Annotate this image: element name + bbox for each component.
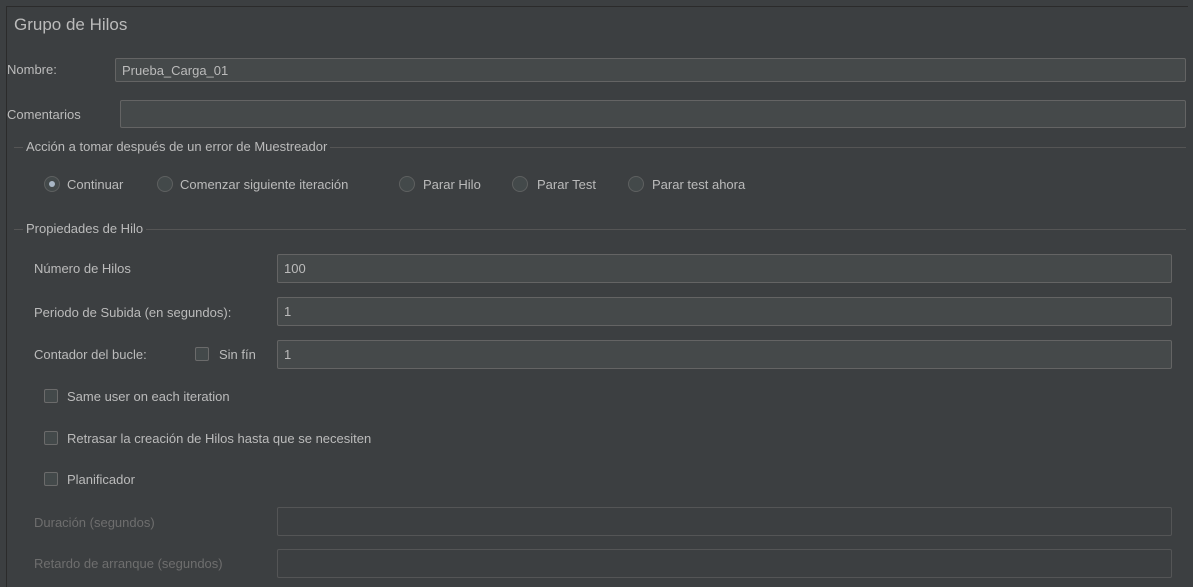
thread-props-group-title: Propiedades de Hilo: [23, 221, 147, 236]
delay-creation-checkbox[interactable]: [44, 431, 58, 445]
comments-field[interactable]: [120, 100, 1186, 128]
continue-radio[interactable]: [44, 176, 60, 192]
name-field[interactable]: [115, 58, 1186, 82]
startup-delay-field[interactable]: [277, 549, 1172, 578]
panel-title: Grupo de Hilos: [14, 15, 128, 34]
duration-label: Duración (segundos): [34, 515, 155, 530]
continue-radio-label[interactable]: Continuar: [67, 177, 123, 192]
stop-test-radio-label[interactable]: Parar Test: [537, 177, 596, 192]
error-action-group-title: Acción a tomar después de un error de Mu…: [23, 139, 331, 154]
duration-field[interactable]: [277, 507, 1172, 536]
scheduler-checkbox[interactable]: [44, 472, 58, 486]
comments-label: Comentarios: [7, 107, 81, 122]
num-threads-field[interactable]: [277, 254, 1172, 283]
num-threads-label: Número de Hilos: [34, 261, 131, 276]
same-user-label[interactable]: Same user on each iteration: [67, 389, 230, 404]
stop-test-now-radio-label[interactable]: Parar test ahora: [652, 177, 745, 192]
next-iteration-radio[interactable]: [157, 176, 173, 192]
stop-test-now-radio[interactable]: [628, 176, 644, 192]
stop-test-radio[interactable]: [512, 176, 528, 192]
loop-count-field[interactable]: [277, 340, 1172, 369]
stop-thread-radio-label[interactable]: Parar Hilo: [423, 177, 481, 192]
loop-forever-checkbox[interactable]: [195, 347, 209, 361]
thread-props-group-border: [14, 229, 1186, 230]
scheduler-label[interactable]: Planificador: [67, 472, 135, 487]
same-user-checkbox[interactable]: [44, 389, 58, 403]
delay-creation-label[interactable]: Retrasar la creación de Hilos hasta que …: [67, 431, 371, 446]
name-label: Nombre:: [7, 62, 57, 77]
ramp-up-field[interactable]: [277, 297, 1172, 326]
stop-thread-radio[interactable]: [399, 176, 415, 192]
next-iteration-radio-label[interactable]: Comenzar siguiente iteración: [180, 177, 348, 192]
loop-forever-label[interactable]: Sin fín: [219, 347, 256, 362]
loop-count-label: Contador del bucle:: [34, 347, 147, 362]
ramp-up-label: Periodo de Subida (en segundos):: [34, 305, 232, 320]
startup-delay-label: Retardo de arranque (segundos): [34, 556, 223, 571]
